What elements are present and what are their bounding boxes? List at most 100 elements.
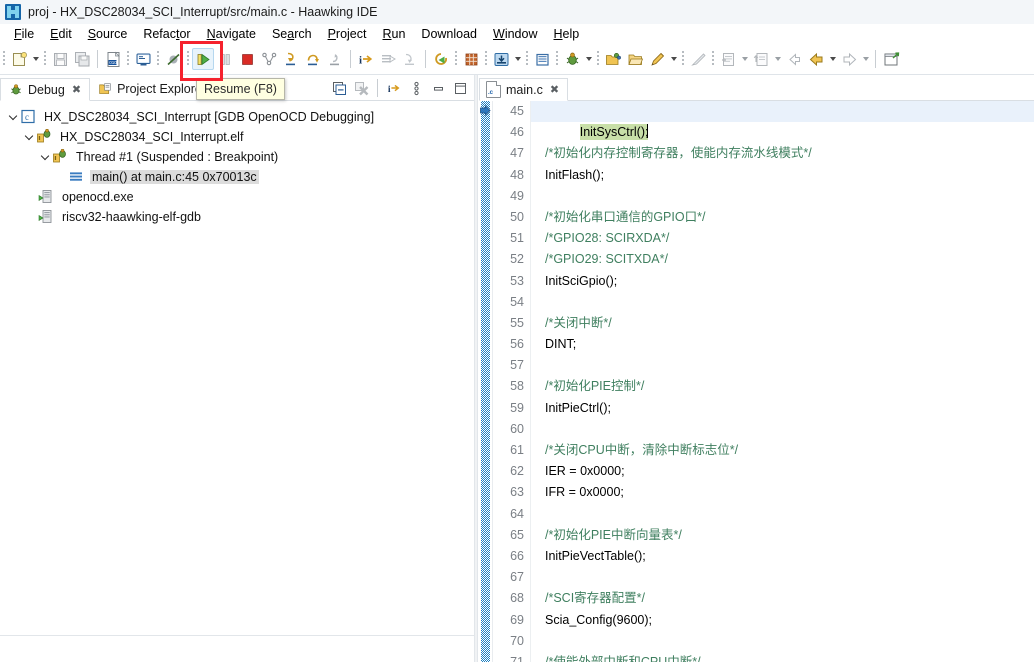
tree-item-process-openocd[interactable]: openocd.exe: [6, 187, 474, 207]
close-icon[interactable]: ✖: [72, 83, 81, 96]
download-dropdown[interactable]: [512, 48, 523, 70]
line-number: 47: [510, 146, 524, 161]
code-line: /*GPIO29: SCITXDA*/: [531, 249, 1034, 270]
code-text: InitPieVectTable();: [545, 548, 646, 563]
back-history-button[interactable]: [783, 48, 805, 70]
new-class-button[interactable]: [717, 48, 739, 70]
instruction-stepping-button[interactable]: i: [355, 48, 377, 70]
open-project-button[interactable]: [602, 48, 624, 70]
source-lines[interactable]: InitSysCtrl(); /*初始化内存控制寄存器，使能内存流水线模式*/ …: [531, 101, 1034, 662]
close-icon[interactable]: ✖: [550, 83, 559, 96]
remove-all-terminated-icon: [354, 81, 368, 95]
menu-source[interactable]: Source: [80, 25, 136, 43]
line-number: 61: [510, 443, 524, 457]
tree-item-label: HX_DSC28034_SCI_Interrupt [GDB OpenOCD D…: [44, 110, 375, 124]
menu-run[interactable]: Run: [374, 25, 413, 43]
previous-annotation-dropdown[interactable]: [827, 48, 838, 70]
open-type-dropdown[interactable]: [772, 48, 783, 70]
menu-project[interactable]: Project: [320, 25, 375, 43]
code-line: /*关闭CPU中断，清除中断标志位*/: [531, 440, 1034, 461]
previous-annotation-button[interactable]: [805, 48, 827, 70]
code-editor: .c main.c ✖ 45 46 47 48 49 50 51 52 53 5…: [479, 75, 1034, 662]
panel-sash[interactable]: [474, 75, 478, 662]
maximize-button[interactable]: [450, 78, 470, 98]
drop-to-frame-button[interactable]: [377, 48, 399, 70]
code-line: Scia_Config(9600);: [531, 610, 1034, 631]
code-text: DINT;: [545, 337, 577, 352]
collapse-all-button[interactable]: [329, 78, 349, 98]
toolbar-handle[interactable]: [3, 51, 5, 67]
line-number: 56: [510, 337, 524, 352]
toolbar-sep-dots-8: [556, 51, 558, 67]
tree-item-stack-frame[interactable]: main() at main.c:45 0x70013c: [6, 167, 474, 187]
expand-twistie[interactable]: [6, 107, 20, 127]
next-annotation-dropdown[interactable]: [860, 48, 871, 70]
code-line: InitPieVectTable();: [531, 546, 1034, 567]
minimize-button[interactable]: [428, 78, 448, 98]
menu-window[interactable]: Window: [485, 25, 545, 43]
tree-item-process-gdb[interactable]: riscv32-haawking-elf-gdb: [6, 207, 474, 227]
step-return-button[interactable]: [324, 48, 346, 70]
menu-help[interactable]: Help: [546, 25, 588, 43]
menu-navigate[interactable]: Navigate: [199, 25, 264, 43]
resume-button[interactable]: [192, 48, 214, 70]
code-line: /*GPIO28: SCIRXDA*/: [531, 228, 1034, 249]
menu-file[interactable]: File: [6, 25, 42, 43]
tree-item-debug-target[interactable]: HX_DSC28034_SCI_Interrupt.elf: [6, 127, 474, 147]
line-number: 62: [510, 464, 524, 479]
line-number: 64: [510, 506, 524, 521]
tab-debug[interactable]: Debug ✖: [0, 78, 91, 101]
line-number: 52: [510, 252, 524, 267]
expand-twistie[interactable]: [38, 147, 52, 167]
step-into-icon: [285, 52, 295, 65]
menu-edit[interactable]: Edit: [42, 25, 80, 43]
edit-button[interactable]: [646, 48, 668, 70]
remove-all-terminated-button[interactable]: [351, 78, 371, 98]
new-file-button[interactable]: [8, 48, 30, 70]
new-file-dropdown[interactable]: [30, 48, 41, 70]
maximize-icon: [454, 82, 466, 94]
tab-main-c[interactable]: .c main.c ✖: [479, 78, 569, 101]
next-annotation-button[interactable]: [838, 48, 860, 70]
tree-item-thread[interactable]: Thread #1 (Suspended : Breakpoint): [6, 147, 474, 167]
edit-dropdown[interactable]: [668, 48, 679, 70]
tree-item-launch-config[interactable]: c HX_DSC28034_SCI_Interrupt [GDB OpenOCD…: [6, 107, 474, 127]
disconnect-button[interactable]: [258, 48, 280, 70]
step-over-button[interactable]: [302, 48, 324, 70]
text-cursor: [647, 124, 649, 139]
download-button[interactable]: [490, 48, 512, 70]
expand-twistie[interactable]: [22, 127, 36, 147]
close-project-button[interactable]: [624, 48, 646, 70]
new-window-button[interactable]: [880, 48, 902, 70]
code-text: /*使能外部中断和CPU中断*/: [545, 654, 701, 662]
back-arrow-icon: [788, 52, 800, 66]
skip-breakpoints-button[interactable]: [162, 48, 184, 70]
menu-refactor[interactable]: Refactor: [135, 25, 198, 43]
menu-download[interactable]: Download: [413, 25, 485, 43]
clean-button[interactable]: [687, 48, 709, 70]
memory-browser-button[interactable]: [531, 48, 553, 70]
step-filters-button[interactable]: [399, 48, 421, 70]
code-area[interactable]: 45 46 47 48 49 50 51 52 53 54 55 56 57 5…: [479, 101, 1034, 662]
console-button[interactable]: [132, 48, 154, 70]
save-all-button[interactable]: [71, 48, 93, 70]
thread-icon: [52, 148, 70, 165]
build-all-button[interactable]: [460, 48, 482, 70]
vertical-ruler[interactable]: [479, 101, 493, 662]
menu-search[interactable]: Search: [264, 25, 320, 43]
terminate-button[interactable]: [236, 48, 258, 70]
debug-launch-button[interactable]: [561, 48, 583, 70]
window-title: proj - HX_DSC28034_SCI_Interrupt/src/mai…: [28, 5, 378, 19]
instruction-stepping-view-button[interactable]: i: [384, 78, 404, 98]
save-button[interactable]: [49, 48, 71, 70]
line-number: 68: [510, 591, 524, 606]
new-class-dropdown[interactable]: [739, 48, 750, 70]
open-type-button[interactable]: [750, 48, 772, 70]
step-into-button[interactable]: [280, 48, 302, 70]
suspend-button[interactable]: [214, 48, 236, 70]
debug-launch-dropdown[interactable]: [583, 48, 594, 70]
build-button[interactable]: 010: [102, 48, 124, 70]
restart-button[interactable]: [430, 48, 452, 70]
view-menu-button[interactable]: [406, 78, 426, 98]
